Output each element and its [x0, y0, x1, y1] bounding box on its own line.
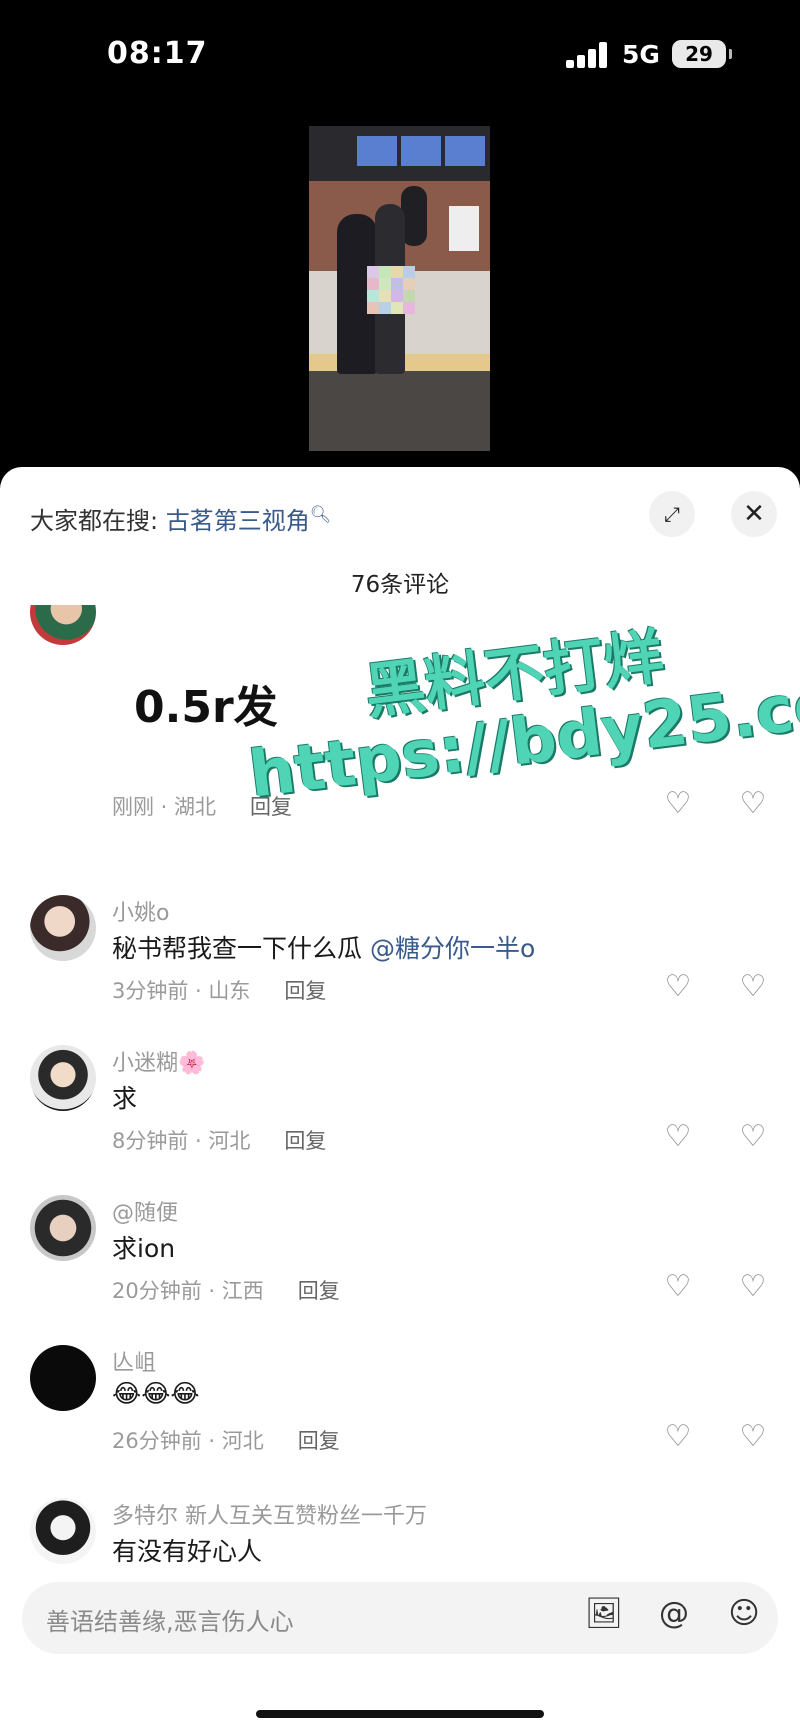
network-type: 5G	[622, 40, 660, 69]
comment-item: 小姚o 秘书帮我查一下什么瓜 @糖分你一半o 3分钟前 · 山东 回复 ♡ ♡	[0, 895, 800, 1025]
reply-button[interactable]: 回复	[284, 979, 326, 1003]
avatar[interactable]	[30, 1045, 96, 1111]
avatar[interactable]	[30, 895, 96, 961]
comment-meta: 3分钟前 · 山东 回复	[112, 975, 326, 1005]
status-time: 08:17	[107, 36, 208, 71]
home-indicator[interactable]	[256, 1710, 544, 1718]
comment-item: 亾岨 😂😂😂 26分钟前 · 河北 回复 ♡ ♡	[0, 1345, 800, 1475]
comment-time: 8分钟前 · 河北	[112, 1129, 251, 1153]
like-icon[interactable]: ♡	[658, 1119, 698, 1154]
trending-search[interactable]: 大家都在搜: 古茗第三视角🔍︎	[30, 501, 331, 536]
search-keyword[interactable]: 古茗第三视角	[166, 507, 310, 535]
comment-time: 3分钟前 · 山东	[112, 979, 251, 1003]
avatar[interactable]	[30, 1345, 96, 1411]
comment-meta: 26分钟前 · 河北 回复	[112, 1425, 340, 1455]
video-thumbnail[interactable]	[309, 126, 490, 451]
at-icon[interactable]: @	[652, 1596, 696, 1631]
signal-icon	[566, 42, 610, 68]
comment-username[interactable]: 多特尔 新人互关互赞粉丝一千万	[112, 1498, 427, 1530]
search-icon: 🔍︎	[309, 505, 332, 525]
comment-content: 😂😂😂	[112, 1379, 200, 1408]
close-icon: ✕	[743, 499, 765, 529]
dislike-icon[interactable]: ♡	[733, 786, 773, 821]
expand-icon: ⤢	[664, 502, 680, 526]
comment-username[interactable]: 小姚o	[112, 895, 169, 927]
comment-username[interactable]: @随便	[112, 1195, 178, 1227]
reply-button[interactable]: 回复	[298, 1429, 340, 1453]
avatar[interactable]	[30, 1195, 96, 1261]
comment-content: 秘书帮我查一下什么瓜 @糖分你一半o	[112, 934, 536, 963]
battery-icon: 29	[672, 40, 732, 68]
like-icon[interactable]: ♡	[658, 969, 698, 1004]
comment-time: 刚刚 · 湖北	[112, 795, 217, 819]
dislike-icon[interactable]: ♡	[733, 1269, 773, 1304]
dislike-icon[interactable]: ♡	[733, 969, 773, 1004]
like-icon[interactable]: ♡	[658, 1419, 698, 1454]
close-button[interactable]: ✕	[731, 491, 777, 537]
comment-content: 有没有好心人	[112, 1537, 263, 1566]
comment-time: 20分钟前 · 江西	[112, 1279, 264, 1303]
comment-content: 求	[112, 1084, 138, 1113]
comment-username[interactable]: 亾岨	[112, 1345, 156, 1377]
comment-item: @随便 求ion 20分钟前 · 江西 回复 ♡ ♡	[0, 1195, 800, 1325]
comment-username[interactable]: 小迷糊🌸	[112, 1045, 205, 1077]
comment-time: 26分钟前 · 河北	[112, 1429, 264, 1453]
comment-count: 76条评论	[350, 572, 450, 598]
comment-content: 求ion	[112, 1234, 176, 1263]
expand-button[interactable]: ⤢	[649, 491, 695, 537]
like-icon[interactable]: ♡	[658, 1269, 698, 1304]
reply-button[interactable]: 回复	[284, 1129, 326, 1153]
dislike-icon[interactable]: ♡	[733, 1119, 773, 1154]
avatar[interactable]	[30, 605, 96, 645]
dislike-icon[interactable]: ♡	[733, 1419, 773, 1454]
comment-meta: 20分钟前 · 江西 回复	[112, 1275, 340, 1305]
reply-button[interactable]: 回复	[298, 1279, 340, 1303]
blurred-mosaic	[367, 266, 415, 314]
emoji-icon[interactable]: ☺	[722, 1596, 766, 1631]
status-bar: 08:17 5G 29	[0, 0, 800, 110]
search-prefix: 大家都在搜:	[30, 507, 159, 535]
avatar[interactable]	[30, 1498, 96, 1564]
comment-input[interactable]: 善语结善缘,恶言伤人心	[46, 1602, 294, 1637]
image-icon[interactable]: 🖼︎	[582, 1596, 626, 1631]
comment-item: 小迷糊🌸 求 8分钟前 · 河北 回复 ♡ ♡	[0, 1045, 800, 1175]
comment-meta: 8分钟前 · 河北 回复	[112, 1125, 326, 1155]
comment-input-bar[interactable]: 善语结善缘,恶言伤人心 🖼︎ @ ☺	[22, 1582, 778, 1654]
mention-link[interactable]: @糖分你一半o	[370, 934, 535, 963]
